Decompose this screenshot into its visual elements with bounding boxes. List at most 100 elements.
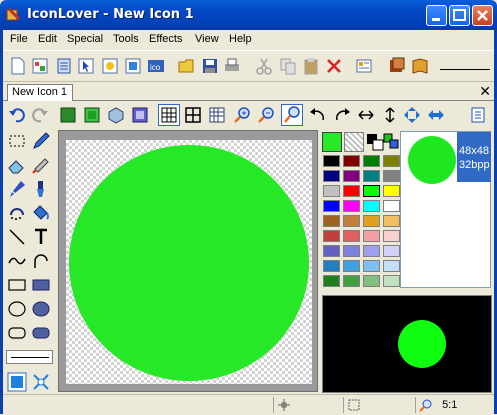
swap-colors-icon[interactable] [382,132,400,150]
palette-swatch[interactable] [343,215,360,227]
rounded-rect-filled-icon[interactable] [31,323,51,343]
palette-swatch[interactable] [363,275,380,287]
menu-help[interactable]: Help [229,33,252,45]
format-label[interactable]: 48x48 32bpp [457,132,491,182]
menu-special[interactable]: Special [67,33,103,45]
rotate-left-icon[interactable] [309,106,327,124]
print-icon[interactable] [223,57,241,75]
palette-swatch[interactable] [383,185,400,197]
apply-icon[interactable] [59,106,77,124]
palette-swatch[interactable] [363,170,380,182]
save-icon[interactable] [201,57,219,75]
3d-box-icon[interactable] [107,106,125,124]
rotate-right-icon[interactable] [333,106,351,124]
line-width-selector[interactable] [6,350,53,364]
palette-swatch[interactable] [383,215,400,227]
copy-icon[interactable] [279,57,297,75]
palette-swatch[interactable] [363,155,380,167]
menu-file[interactable]: File [10,33,28,45]
palette-swatch[interactable] [343,230,360,242]
transparent-color-swatch[interactable] [344,132,364,152]
opaque-mode-icon[interactable] [7,372,27,392]
new-library-icon[interactable] [55,57,73,75]
palette-swatch[interactable] [383,245,400,257]
palette-swatch[interactable] [343,200,360,212]
close-tab-icon[interactable]: ✕ [479,83,491,100]
ellipse-filled-icon[interactable] [31,299,51,319]
add-format-icon[interactable] [83,106,101,124]
palette-swatch[interactable] [383,155,400,167]
menu-edit[interactable]: Edit [38,33,57,45]
eraser-icon[interactable] [7,155,27,175]
paste-icon[interactable] [302,57,320,75]
palette-swatch[interactable] [363,200,380,212]
flip-vertical-icon[interactable] [381,106,399,124]
palette-swatch[interactable] [363,215,380,227]
tab-new-icon-1[interactable]: New Icon 1 [7,84,73,101]
palette-swatch[interactable] [383,200,400,212]
menu-view[interactable]: View [195,33,219,45]
undo-icon[interactable] [8,106,26,124]
palette-swatch[interactable] [323,185,340,197]
palette-swatch[interactable] [343,185,360,197]
palette-swatch[interactable] [323,200,340,212]
rectangle-outline-icon[interactable] [7,275,27,295]
palette-swatch[interactable] [383,275,400,287]
new-image-icon[interactable] [31,57,49,75]
palette-swatch[interactable] [363,260,380,272]
palette-swatch[interactable] [363,245,380,257]
redo-icon[interactable] [31,106,49,124]
brush-icon[interactable] [7,179,27,199]
palette-swatch[interactable] [323,170,340,182]
palette-swatch[interactable] [323,260,340,272]
drawing-canvas[interactable] [66,140,312,384]
rectangle-filled-icon[interactable] [31,275,51,295]
image-library-icon[interactable] [388,57,406,75]
curve-tool-icon[interactable] [7,251,27,271]
flip-horizontal-icon[interactable] [357,106,375,124]
arc-tool-icon[interactable] [31,251,51,271]
palette-swatch[interactable] [383,230,400,242]
transparent-mode-icon[interactable] [31,372,51,392]
palette-swatch[interactable] [343,245,360,257]
color-picker-icon[interactable] [31,179,51,199]
zoom-in-icon[interactable] [233,106,251,124]
palette-swatch[interactable] [343,260,360,272]
palette-swatch[interactable] [323,245,340,257]
new-animated-icon[interactable] [101,57,119,75]
palette-swatch[interactable] [383,260,400,272]
minimize-button[interactable] [426,5,447,26]
delete-icon[interactable] [325,57,343,75]
export-icon[interactable] [469,106,487,124]
frame-icon[interactable] [131,106,149,124]
palette-swatch[interactable] [383,170,400,182]
large-grid-icon[interactable] [184,106,202,124]
ellipse-outline-icon[interactable] [7,299,27,319]
open-folder-icon[interactable] [178,57,196,75]
zoom-out-icon[interactable] [257,106,275,124]
palette-swatch[interactable] [343,155,360,167]
palette-swatch[interactable] [363,185,380,197]
menu-tools[interactable]: Tools [113,33,139,45]
palette-swatch[interactable] [323,275,340,287]
line-tool-icon[interactable] [7,227,27,247]
new-bitmap-icon[interactable] [124,57,142,75]
cut-icon[interactable] [255,57,273,75]
pencil-icon[interactable] [31,131,51,151]
properties-icon[interactable] [355,57,373,75]
shift-left-right-icon[interactable] [427,106,445,124]
palette-swatch[interactable] [323,215,340,227]
extract-icons-icon[interactable]: ico [147,57,165,75]
rounded-rect-outline-icon[interactable] [7,323,27,343]
palette-swatch[interactable] [363,230,380,242]
close-window-button[interactable] [472,5,493,26]
new-file-icon[interactable] [9,57,27,75]
menu-effects[interactable]: Effects [149,33,182,45]
palette-swatch[interactable] [343,170,360,182]
color-replace-icon[interactable] [31,155,51,175]
palette-swatch[interactable] [323,155,340,167]
fill-bucket-icon[interactable] [31,203,51,223]
book-icon[interactable] [411,57,429,75]
palette-swatch[interactable] [343,275,360,287]
palette-swatch[interactable] [323,230,340,242]
